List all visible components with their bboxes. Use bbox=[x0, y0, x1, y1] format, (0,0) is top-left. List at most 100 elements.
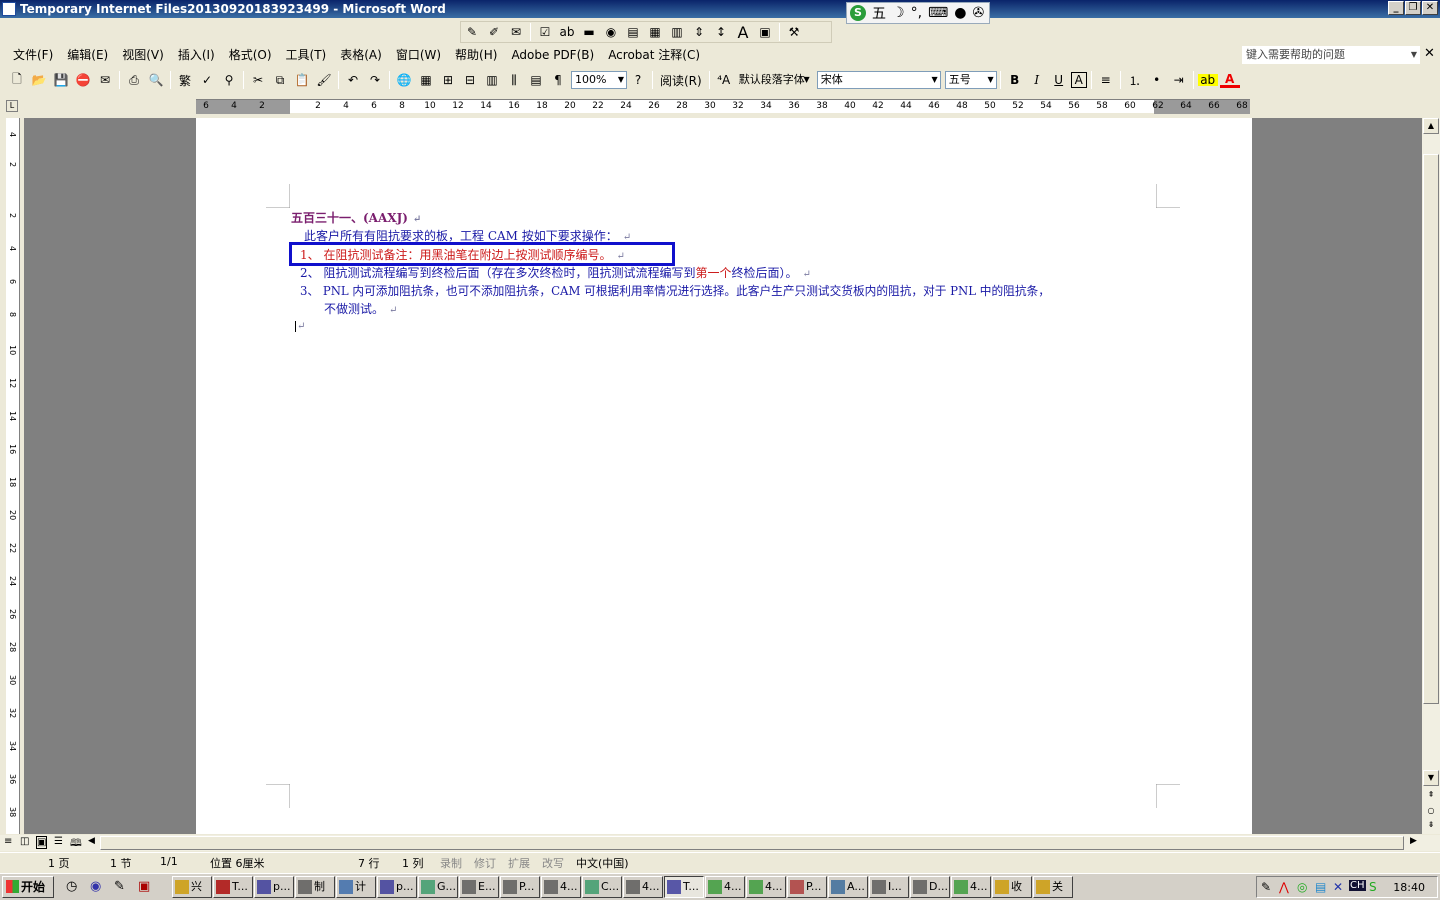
horizontal-ruler[interactable]: L 6 4 2 2 4 6 8 10 12 14 16 18 20 22 24 26 28 30 32 34 36 38 4… bbox=[0, 97, 1440, 117]
taskbar-button[interactable]: P... bbox=[787, 876, 827, 898]
radio-icon[interactable]: ◉ bbox=[601, 22, 621, 42]
punct-icon[interactable]: °, bbox=[911, 5, 922, 21]
tab-stop-icon[interactable]: L bbox=[6, 100, 18, 112]
indent-icon[interactable]: ⇥ bbox=[1169, 70, 1189, 90]
font-color-icon[interactable]: A bbox=[1219, 72, 1240, 88]
line-icon[interactable]: ▬ bbox=[579, 22, 599, 42]
insert-table-icon[interactable]: ⊞ bbox=[438, 70, 458, 90]
read-mode-button[interactable]: 阅读(R) bbox=[656, 72, 706, 89]
chevron-down-icon[interactable]: ▼ bbox=[1411, 47, 1417, 63]
copy-icon[interactable]: ⧉ bbox=[270, 70, 290, 90]
taskbar-button[interactable]: 兴 bbox=[172, 876, 212, 898]
clock[interactable]: 18:40 bbox=[1393, 881, 1425, 894]
image-icon[interactable]: ▣ bbox=[755, 22, 775, 42]
restore-button[interactable]: ❐ bbox=[1405, 1, 1421, 15]
font-size-select[interactable]: 五号 ▼ bbox=[944, 71, 997, 89]
taskbar-button[interactable]: T... bbox=[664, 876, 704, 898]
tray-x-icon[interactable]: ✕ bbox=[1333, 880, 1343, 894]
scroll-thumb[interactable] bbox=[1423, 154, 1439, 704]
align-icon[interactable]: ≡ bbox=[1096, 70, 1116, 90]
wrench-icon[interactable]: ✇ bbox=[972, 5, 984, 21]
tools-icon[interactable]: ⚒ bbox=[784, 22, 804, 42]
traditional-chinese-icon[interactable]: 繁 bbox=[175, 70, 195, 90]
tray-display-icon[interactable]: ▤ bbox=[1315, 880, 1326, 894]
vertical-scrollbar[interactable]: ▲ ▼ ⇞ ○ ⇟ bbox=[1422, 118, 1440, 834]
open-icon[interactable]: 📂 bbox=[29, 70, 49, 90]
menu-acrobat-comment[interactable]: Acrobat 注释(C) bbox=[601, 44, 707, 66]
scroll-icon[interactable]: ↕ bbox=[711, 22, 731, 42]
status-extend[interactable]: 扩展 bbox=[508, 855, 530, 871]
text-a-icon[interactable]: A bbox=[733, 22, 753, 42]
quicklaunch-clock-icon[interactable]: ◷ bbox=[66, 879, 77, 894]
next-page-icon[interactable]: ⇟ bbox=[1423, 818, 1439, 834]
drawing-icon[interactable]: ⫼ bbox=[504, 70, 524, 90]
format-painter-icon[interactable]: 🖌 bbox=[314, 70, 334, 90]
tray-pen-icon[interactable]: ✎ bbox=[1261, 880, 1271, 894]
taskbar-button[interactable]: p... bbox=[254, 876, 294, 898]
ime-bar[interactable]: S 五 ☽ °, ⌨ ● ✇ bbox=[846, 2, 990, 24]
style-select[interactable]: 默认段落字体 ▼ bbox=[734, 71, 813, 89]
taskbar-button[interactable]: C... bbox=[582, 876, 622, 898]
scroll-right-button[interactable]: ▶ bbox=[1410, 836, 1417, 846]
reading-view-icon[interactable]: 🕮 bbox=[70, 836, 82, 853]
tray-language-indicator[interactable]: CH bbox=[1349, 880, 1366, 891]
research-icon[interactable]: ⚲ bbox=[219, 70, 239, 90]
menu-edit[interactable]: 编辑(E) bbox=[60, 44, 115, 66]
user-icon[interactable]: ● bbox=[954, 5, 966, 21]
minimize-button[interactable]: _ bbox=[1388, 1, 1404, 15]
email-icon[interactable]: ✉ bbox=[95, 70, 115, 90]
pen-icon[interactable]: ✎ bbox=[462, 22, 482, 42]
start-button[interactable]: 开始 bbox=[2, 876, 54, 898]
taskbar-button[interactable]: I... bbox=[869, 876, 909, 898]
print-preview-icon[interactable]: 🔍 bbox=[146, 70, 166, 90]
menu-file[interactable]: 文件(F) bbox=[6, 44, 60, 66]
tray-network-icon[interactable]: ◎ bbox=[1297, 880, 1307, 894]
help-icon[interactable]: ? bbox=[628, 70, 648, 90]
taskbar-button[interactable]: D... bbox=[910, 876, 950, 898]
frame-icon[interactable]: ▥ bbox=[667, 22, 687, 42]
chevron-down-icon[interactable]: ▼ bbox=[618, 72, 624, 88]
taskbar-button[interactable]: 4... bbox=[541, 876, 581, 898]
scroll-left-button[interactable]: ◀ bbox=[88, 836, 95, 846]
spin-icon[interactable]: ⇕ bbox=[689, 22, 709, 42]
save-icon[interactable]: 💾 bbox=[51, 70, 71, 90]
normal-view-icon[interactable]: ≡ bbox=[4, 836, 12, 847]
redo-icon[interactable]: ↷ bbox=[365, 70, 385, 90]
permission-icon[interactable]: ⛔ bbox=[73, 70, 93, 90]
quicklaunch-save-icon[interactable]: ▣ bbox=[138, 879, 150, 894]
taskbar-button[interactable]: 制 bbox=[295, 876, 335, 898]
chevron-down-icon[interactable]: ▼ bbox=[804, 72, 810, 88]
tray-acrobat-icon[interactable]: ⋀ bbox=[1279, 880, 1289, 894]
show-hide-icon[interactable]: ¶ bbox=[548, 70, 568, 90]
status-overtype[interactable]: 改写 bbox=[542, 855, 564, 871]
undo-icon[interactable]: ↶ bbox=[343, 70, 363, 90]
help-search-input[interactable]: 键入需要帮助的问题 ▼ bbox=[1242, 46, 1420, 64]
tray-sogou-icon[interactable]: S bbox=[1369, 880, 1377, 894]
keyboard-icon[interactable]: ⌨ bbox=[928, 5, 948, 21]
horizontal-scrollbar[interactable]: ≡ ◫ ▣ ☰ 🕮 ◀ ▶ bbox=[0, 835, 1440, 851]
taskbar-button[interactable]: 收 bbox=[992, 876, 1032, 898]
zoom-select[interactable]: 100% ▼ bbox=[571, 71, 627, 89]
menu-help[interactable]: 帮助(H) bbox=[448, 44, 504, 66]
prev-page-icon[interactable]: ⇞ bbox=[1423, 788, 1439, 804]
web-view-icon[interactable]: ◫ bbox=[20, 836, 29, 847]
chevron-down-icon[interactable]: ▼ bbox=[932, 72, 938, 88]
columns-icon[interactable]: ▥ bbox=[482, 70, 502, 90]
textfield-icon[interactable]: ab bbox=[557, 22, 577, 42]
sogou-icon[interactable]: S bbox=[850, 5, 866, 21]
highlight-icon[interactable]: ab bbox=[1197, 73, 1218, 87]
cut-icon[interactable]: ✂ bbox=[248, 70, 268, 90]
menu-view[interactable]: 视图(V) bbox=[115, 44, 171, 66]
underline-button[interactable]: U bbox=[1049, 70, 1069, 90]
comment-icon[interactable]: ✉ bbox=[506, 22, 526, 42]
taskbar-button[interactable]: 4... bbox=[951, 876, 991, 898]
ime-mode[interactable]: 五 bbox=[872, 3, 886, 23]
moon-icon[interactable]: ☽ bbox=[892, 5, 905, 21]
bullets-icon[interactable]: • bbox=[1147, 70, 1167, 90]
vertical-ruler[interactable]: 4 2 2 4 6 8 10 12 14 16 18 20 22 24 26 28 30 32 34 36 38 bbox=[6, 118, 20, 834]
status-track[interactable]: 修订 bbox=[474, 855, 496, 871]
menu-insert[interactable]: 插入(I) bbox=[171, 44, 222, 66]
quicklaunch-ie-icon[interactable]: ◉ bbox=[90, 879, 101, 894]
taskbar-button[interactable]: 计 bbox=[336, 876, 376, 898]
checkbox-icon[interactable]: ☑ bbox=[535, 22, 555, 42]
